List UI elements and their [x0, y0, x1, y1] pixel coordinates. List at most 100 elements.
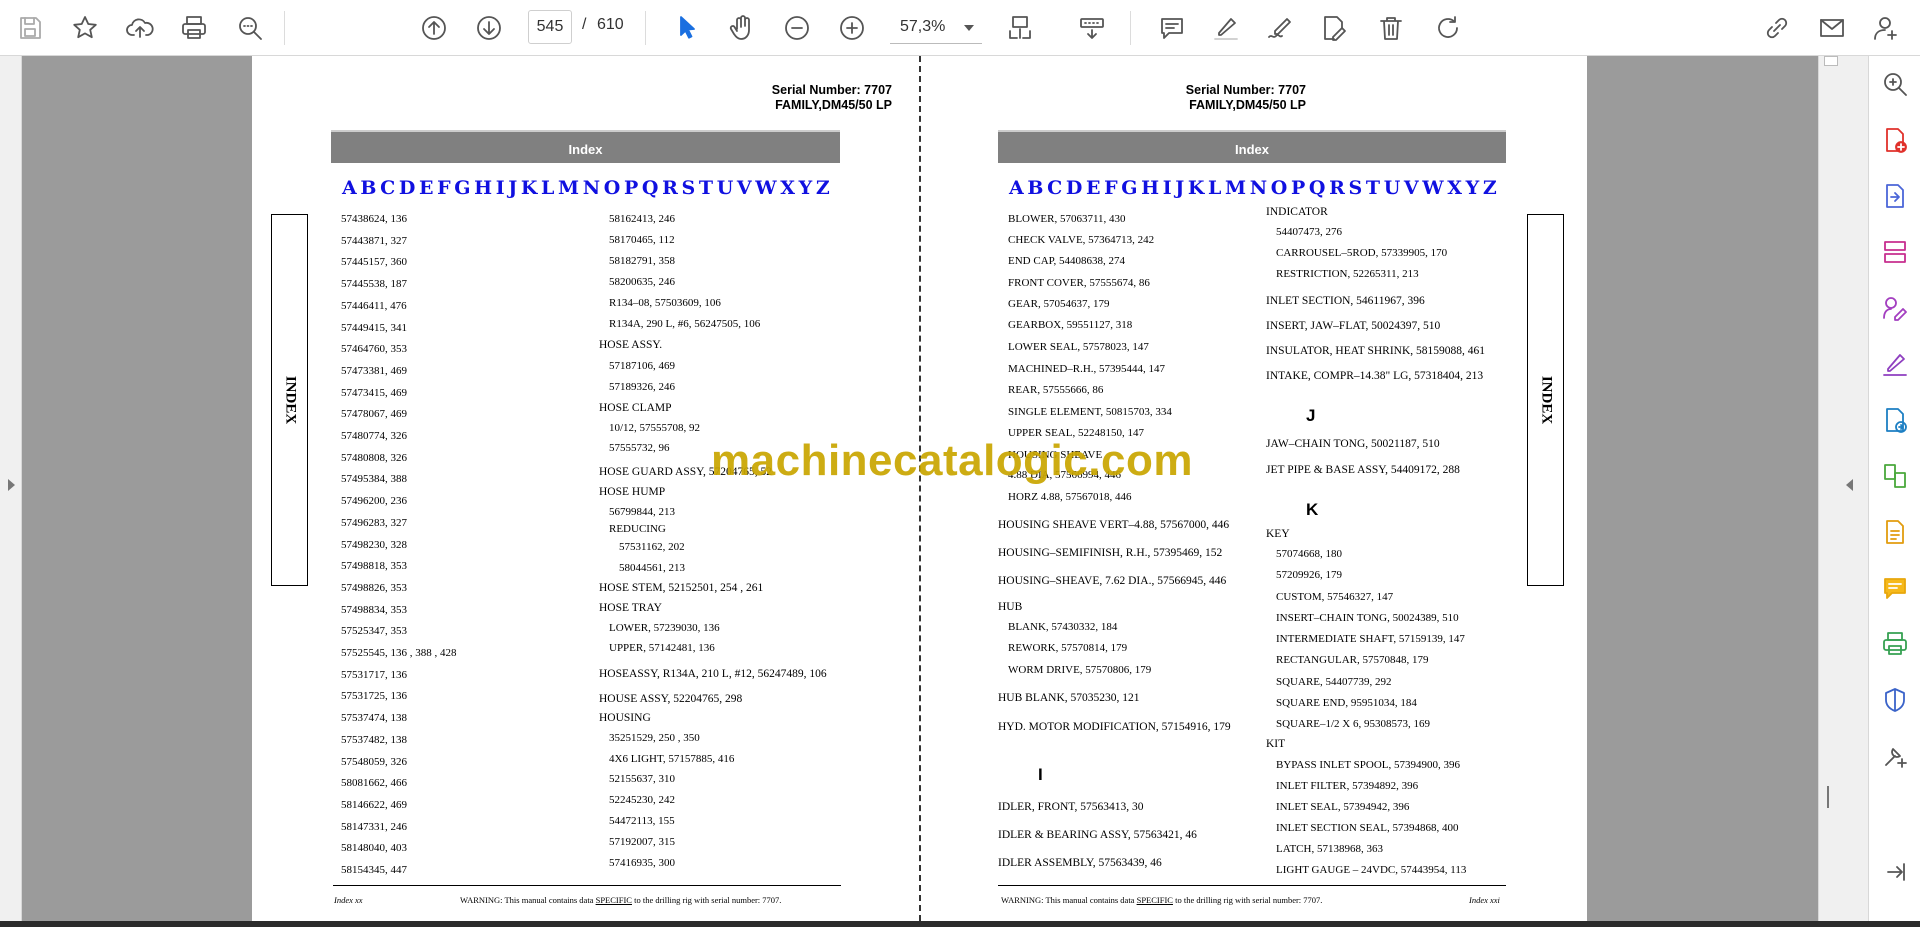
index-entry[interactable]: INLET SECTION, 54611967, 396 — [1266, 295, 1425, 307]
alpha-letter-q[interactable]: Q — [642, 177, 659, 199]
alpha-letter-q[interactable]: Q — [1309, 177, 1326, 199]
alpha-letter-b[interactable]: B — [360, 177, 376, 199]
alpha-letter-i[interactable]: I — [1163, 177, 1172, 199]
index-entry[interactable]: 57496200, 236 — [341, 495, 407, 507]
index-entry[interactable]: KEY — [1266, 528, 1290, 540]
index-entry[interactable]: HOSE HUMP — [599, 486, 665, 498]
alpha-letter-l[interactable]: L — [1208, 177, 1221, 199]
alpha-letter-p[interactable]: P — [1291, 177, 1305, 199]
alpha-letter-o[interactable]: O — [1271, 177, 1288, 199]
alpha-letter-a[interactable]: A — [1009, 177, 1024, 199]
index-entry[interactable]: KIT — [1266, 738, 1285, 750]
index-entry[interactable]: 57074668, 180 — [1276, 548, 1342, 560]
index-entry[interactable]: 57555732, 96 — [609, 442, 670, 454]
index-entry[interactable]: JAW–CHAIN TONG, 50021187, 510 — [1266, 438, 1440, 450]
alpha-letter-i[interactable]: I — [496, 177, 505, 199]
index-entry[interactable]: HORZ 4.88, 57567018, 446 — [1008, 491, 1131, 503]
upload-cloud-icon[interactable] — [120, 8, 160, 48]
index-entry[interactable]: HOUSING–SEMIFINISH, R.H., 57395469, 152 — [998, 547, 1222, 559]
alpha-letter-z[interactable]: Z — [1483, 177, 1497, 199]
alpha-letter-z[interactable]: Z — [816, 177, 830, 199]
comment-tool-icon[interactable] — [1879, 572, 1911, 604]
print-production-icon[interactable] — [1879, 628, 1911, 660]
alpha-letter-n[interactable]: N — [1250, 177, 1267, 199]
organize-pages-icon[interactable] — [1879, 236, 1911, 268]
index-entry[interactable]: 57525347, 353 — [341, 625, 407, 637]
zoom-search-icon[interactable] — [1879, 68, 1911, 100]
alpha-letter-t[interactable]: T — [1366, 177, 1380, 199]
collapse-panel-icon[interactable] — [1879, 856, 1911, 888]
index-entry[interactable]: HOSE STEM, 52152501, 254 , 261 — [599, 582, 763, 594]
share-link-icon[interactable] — [1757, 8, 1797, 48]
alpha-letter-f[interactable]: F — [437, 177, 451, 199]
alpha-letter-n[interactable]: N — [583, 177, 600, 199]
index-entry[interactable]: SQUARE–1/2 X 6, 95308573, 169 — [1276, 718, 1430, 730]
index-entry[interactable]: GEAR, 57054637, 179 — [1008, 298, 1109, 310]
index-entry[interactable]: INTAKE, COMPR–14.38" LG, 57318404, 213 — [1266, 370, 1483, 382]
right-panel-collapse[interactable] — [1818, 56, 1868, 921]
alpha-letter-s[interactable]: S — [682, 177, 696, 199]
index-entry[interactable]: R134–08, 57503609, 106 — [609, 297, 721, 309]
index-entry[interactable]: LOWER SEAL, 57578023, 147 — [1008, 341, 1149, 353]
alpha-letter-b[interactable]: B — [1027, 177, 1043, 199]
save-icon[interactable] — [10, 8, 50, 48]
index-entry[interactable]: LOWER, 57239030, 136 — [609, 622, 720, 634]
index-entry[interactable]: 58200635, 246 — [609, 276, 675, 288]
select-cursor-icon[interactable] — [667, 8, 707, 48]
alpha-letter-h[interactable]: H — [1141, 177, 1159, 199]
index-entry[interactable]: 57498834, 353 — [341, 604, 407, 616]
index-entry[interactable]: WORM DRIVE, 57570806, 179 — [1008, 664, 1151, 676]
index-entry[interactable]: 57438624, 136 — [341, 213, 407, 225]
expand-left-icon[interactable] — [8, 479, 15, 491]
index-entry[interactable]: HOUSING–SHEAVE, 7.62 DIA., 57566945, 446 — [998, 575, 1226, 587]
alpha-letter-t[interactable]: T — [699, 177, 713, 199]
index-entry[interactable]: 57449415, 341 — [341, 322, 407, 334]
index-entry[interactable]: CHECK VALVE, 57364713, 242 — [1008, 234, 1154, 246]
index-entry[interactable]: 57445538, 187 — [341, 278, 407, 290]
alpha-letter-m[interactable]: M — [558, 177, 579, 199]
zoom-level-select[interactable]: 57,3% — [890, 10, 982, 44]
alpha-letter-p[interactable]: P — [624, 177, 638, 199]
index-entry[interactable]: INSULATOR, HEAT SHRINK, 58159088, 461 — [1266, 345, 1485, 357]
alpha-letter-r[interactable]: R — [662, 177, 678, 199]
expand-right-icon[interactable] — [1846, 479, 1853, 491]
index-entry[interactable]: 58148040, 403 — [341, 842, 407, 854]
index-entry[interactable]: 57189326, 246 — [609, 381, 675, 393]
index-entry[interactable]: SINGLE ELEMENT, 50815703, 334 — [1008, 406, 1172, 418]
index-entry[interactable]: REAR, 57555666, 86 — [1008, 384, 1103, 396]
index-entry[interactable]: 58147331, 246 — [341, 821, 407, 833]
index-entry[interactable]: HOUSING — [599, 712, 651, 724]
alpha-letter-j[interactable]: J — [508, 177, 517, 199]
index-entry[interactable]: SQUARE, 54407739, 292 — [1276, 676, 1392, 688]
resize-handle[interactable] — [1827, 786, 1829, 808]
index-entry[interactable]: 57473415, 469 — [341, 387, 407, 399]
index-entry[interactable]: 57496283, 327 — [341, 517, 407, 529]
index-entry[interactable]: INSERT–CHAIN TONG, 50024389, 510 — [1276, 612, 1459, 624]
zoom-in-icon[interactable] — [832, 8, 872, 48]
index-entry[interactable]: 58081662, 466 — [341, 777, 407, 789]
star-icon[interactable] — [65, 8, 105, 48]
index-entry[interactable]: RESTRICTION, 52265311, 213 — [1276, 268, 1419, 280]
index-entry[interactable]: 57537482, 138 — [341, 734, 407, 746]
index-entry[interactable]: 54407473, 276 — [1276, 226, 1342, 238]
index-entry[interactable]: 58162413, 246 — [609, 213, 675, 225]
highlight-pen-icon[interactable] — [1206, 8, 1246, 48]
alpha-letter-y[interactable]: Y — [799, 177, 813, 199]
compare-files-icon[interactable] — [1879, 460, 1911, 492]
alpha-letter-l[interactable]: L — [541, 177, 554, 199]
page-number-input[interactable]: 545 — [528, 10, 572, 44]
index-entry[interactable]: JET PIPE & BASE ASSY, 54409172, 288 — [1266, 464, 1460, 476]
alpha-letter-d[interactable]: D — [1066, 177, 1082, 199]
add-user-icon[interactable] — [1866, 8, 1906, 48]
index-entry[interactable]: HOSE CLAMP — [599, 402, 672, 414]
alpha-letter-g[interactable]: G — [454, 177, 470, 199]
index-entry[interactable]: 57478067, 469 — [341, 408, 407, 420]
index-entry[interactable]: INTERMEDIATE SHAFT, 57159139, 147 — [1276, 633, 1465, 645]
index-entry[interactable]: GEARBOX, 59551127, 318 — [1008, 319, 1132, 331]
index-entry[interactable]: REDUCING — [609, 523, 666, 535]
index-entry[interactable]: R134A, 290 L, #6, 56247505, 106 — [609, 318, 760, 330]
alpha-letter-x[interactable]: X — [1447, 177, 1462, 199]
index-entry[interactable]: HOUSE ASSY, 52204765, 298 — [599, 693, 742, 705]
alpha-letter-m[interactable]: M — [1225, 177, 1246, 199]
alpha-letter-k[interactable]: K — [521, 177, 538, 199]
